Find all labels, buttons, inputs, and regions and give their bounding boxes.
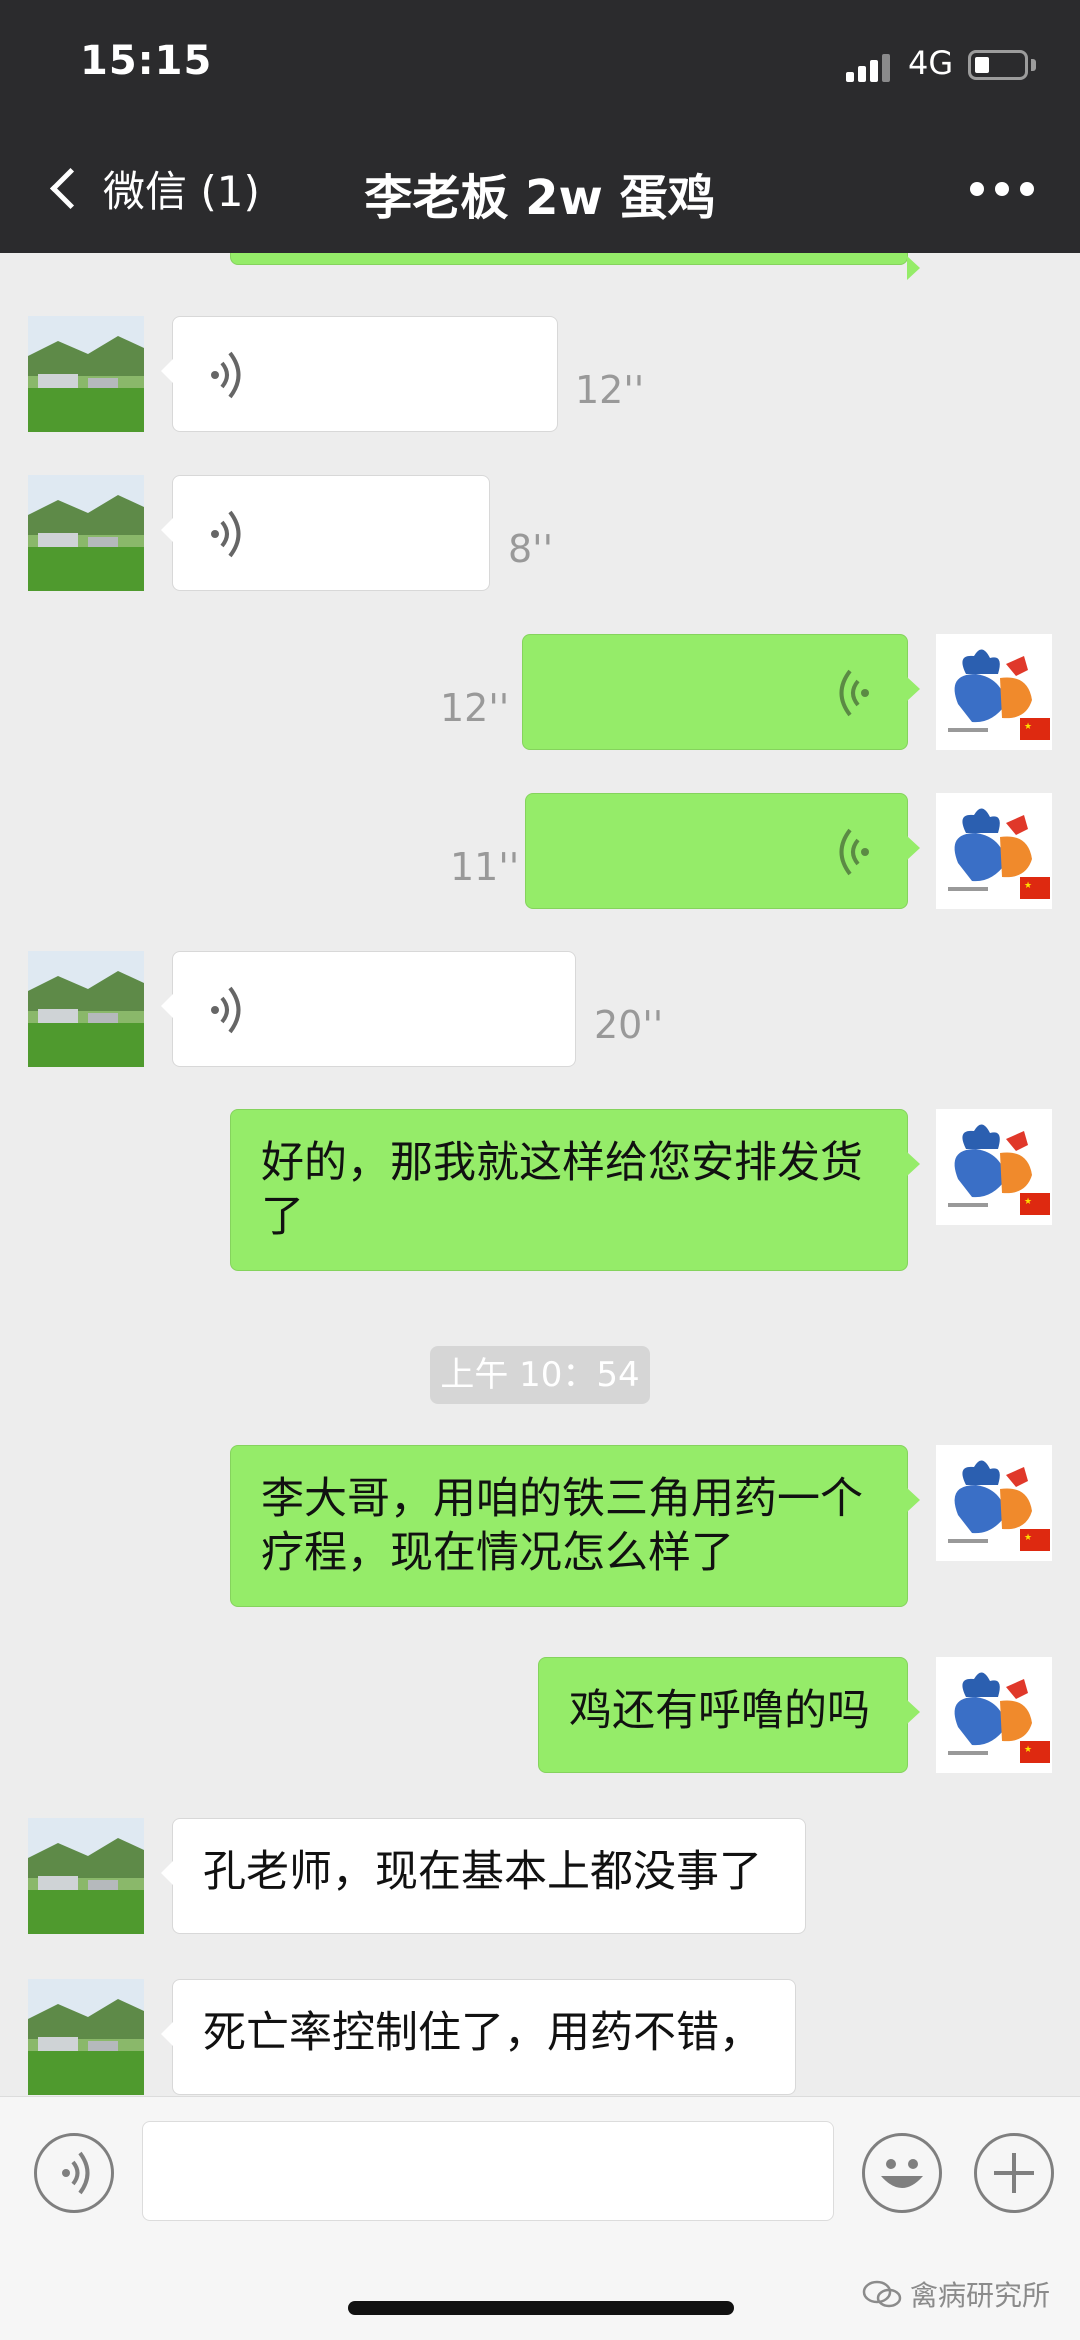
voice-wave-icon (211, 986, 241, 1034)
voice-input-button[interactable] (34, 2133, 114, 2213)
voice-message-bubble[interactable] (161, 316, 558, 432)
svg-text:★: ★ (1024, 1533, 1032, 1543)
text-message-bubble[interactable]: 鸡还有呼噜的吗 (538, 1657, 920, 1773)
contact-avatar[interactable] (28, 951, 144, 1067)
home-indicator[interactable] (348, 2301, 734, 2315)
svg-text:★: ★ (1024, 722, 1032, 732)
wechat-logo-icon (862, 2280, 902, 2308)
chat-area[interactable]: 12'' 8'' 12'' ★ 11'' ★ 20'' 好的，那我就这样给您安排… (0, 253, 1080, 2096)
voice-duration: 12'' (440, 686, 510, 730)
voice-duration: 8'' (508, 527, 554, 571)
text-message-bubble[interactable]: 孔老师，现在基本上都没事了 (161, 1818, 806, 1934)
message-text: 死亡率控制住了，用药不错， (203, 2008, 762, 2058)
contact-avatar[interactable] (28, 475, 144, 591)
emoji-icon (881, 2159, 923, 2188)
voice-wave-icon (839, 669, 869, 717)
back-label: 微信 (1) (103, 166, 260, 216)
user-avatar[interactable]: ★ (936, 1109, 1052, 1225)
back-button[interactable]: 微信 (1) (46, 158, 260, 218)
voice-duration: 20'' (594, 1003, 664, 1047)
contact-avatar[interactable] (28, 1979, 144, 2095)
svg-text:★: ★ (1024, 1745, 1032, 1755)
message-row: 好的，那我就这样给您安排发货了 ★ (0, 1109, 1080, 1271)
message-row: 孔老师，现在基本上都没事了 (0, 1818, 1080, 1934)
message-text: 鸡还有呼噜的吗 (569, 1686, 870, 1736)
message-row: 鸡还有呼噜的吗 ★ (0, 1657, 1080, 1773)
voice-duration: 12'' (575, 368, 645, 412)
message-text: 孔老师，现在基本上都没事了 (203, 1847, 762, 1897)
message-timestamp: 上午 10：54 (430, 1346, 650, 1404)
emoji-button[interactable] (862, 2133, 942, 2213)
message-row: 20'' (0, 951, 1080, 1067)
message-row: 12'' ★ (0, 634, 1080, 750)
contact-avatar[interactable] (28, 316, 144, 432)
message-row: 李大哥，用咱的铁三角用药一个疗程，现在情况怎么样了 ★ (0, 1445, 1080, 1607)
voice-message-bubble[interactable] (161, 951, 576, 1067)
contact-avatar[interactable] (28, 1818, 144, 1934)
voice-message-bubble[interactable] (522, 634, 920, 750)
voice-icon (62, 2151, 90, 2195)
voice-message-bubble[interactable] (525, 793, 920, 909)
voice-duration: 11'' (450, 845, 520, 889)
user-avatar[interactable]: ★ (936, 1657, 1052, 1773)
voice-wave-icon (211, 351, 241, 399)
watermark-text: 禽病研究所 (910, 2279, 1051, 2312)
user-avatar[interactable]: ★ (936, 634, 1052, 750)
status-time: 15:15 (80, 38, 213, 84)
message-row: 11'' ★ (0, 793, 1080, 909)
svg-text:★: ★ (1024, 1197, 1032, 1207)
watermark: 禽病研究所 (862, 2274, 1050, 2314)
user-avatar[interactable]: ★ (936, 1445, 1052, 1561)
message-input[interactable] (142, 2121, 834, 2221)
more-options-button[interactable] (970, 182, 1034, 196)
network-type: 4G (908, 44, 954, 82)
svg-text:★: ★ (1024, 881, 1032, 891)
battery-icon (968, 50, 1028, 80)
voice-message-bubble[interactable] (161, 475, 490, 591)
message-text: 李大哥，用咱的铁三角用药一个疗程，现在情况怎么样了 (261, 1474, 863, 1578)
message-row: 12'' (0, 316, 1080, 432)
battery-tip (1031, 59, 1036, 71)
text-message-bubble[interactable]: 李大哥，用咱的铁三角用药一个疗程，现在情况怎么样了 (230, 1445, 920, 1607)
message-bubble-partial[interactable] (230, 253, 920, 280)
text-message-bubble[interactable]: 死亡率控制住了，用药不错， (161, 1979, 796, 2095)
message-text: 好的，那我就这样给您安排发货了 (261, 1138, 863, 1242)
text-message-bubble[interactable]: 好的，那我就这样给您安排发货了 (230, 1109, 920, 1271)
chevron-left-icon (49, 167, 92, 209)
message-row: 8'' (0, 475, 1080, 591)
voice-wave-icon (211, 510, 241, 558)
signal-icon (846, 52, 896, 82)
more-actions-button[interactable] (974, 2133, 1054, 2213)
user-avatar[interactable]: ★ (936, 793, 1052, 909)
top-bar: 15:15 4G 微信 (1) 李老板 2w 蛋鸡 (0, 0, 1080, 253)
message-row: 死亡率控制住了，用药不错， (0, 1979, 1080, 2095)
voice-wave-icon (839, 828, 869, 876)
